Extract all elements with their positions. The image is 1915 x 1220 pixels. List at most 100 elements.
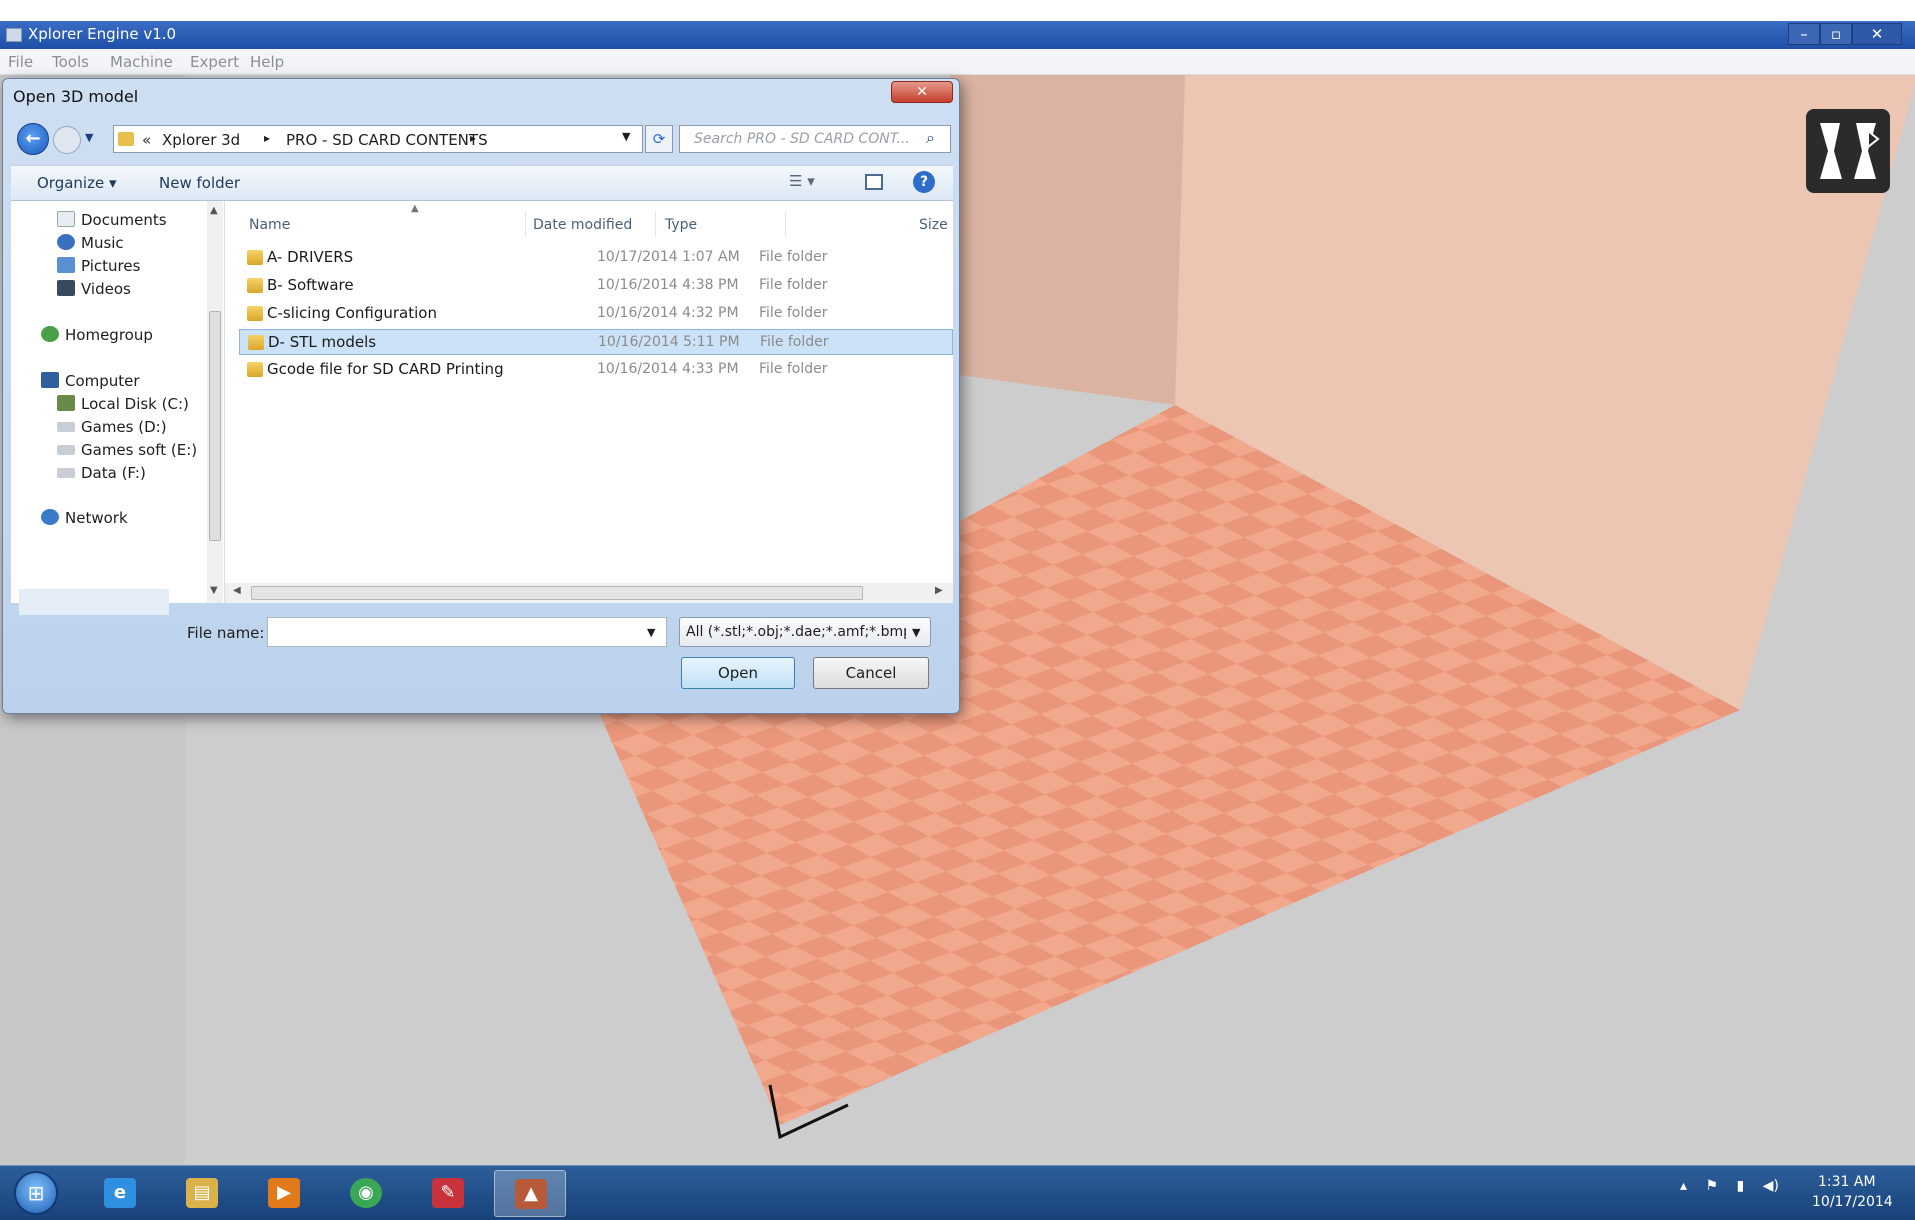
nav-item-games-soft-e[interactable]: Games soft (E:): [57, 441, 197, 459]
nav-item-label: Local Disk (C:): [81, 395, 189, 413]
scroll-left-icon[interactable]: ◀: [233, 585, 241, 596]
nav-item-homegroup[interactable]: Homegroup: [41, 326, 153, 344]
nav-item-documents[interactable]: Documents: [57, 211, 167, 229]
xplorer-logo-icon[interactable]: [1806, 109, 1890, 193]
cancel-button[interactable]: Cancel: [813, 657, 929, 689]
volume-icon[interactable]: ◀): [1763, 1178, 1779, 1194]
column-divider[interactable]: [655, 211, 656, 237]
horizontal-scrollbar[interactable]: ◀ ▶: [225, 583, 953, 603]
folder-icon: [247, 278, 263, 293]
nav-item-music[interactable]: Music: [57, 234, 124, 252]
column-divider[interactable]: [525, 211, 526, 237]
nav-scrollbar[interactable]: ▲ ▼: [207, 201, 223, 603]
maximize-button[interactable]: ▫: [1820, 23, 1852, 45]
file-type: File folder: [759, 277, 828, 293]
table-row[interactable]: A- DRIVERS 10/17/2014 1:07 AM File folde…: [239, 245, 953, 271]
file-list: ▲ Name Date modified Type Size A- DRIVER…: [225, 201, 953, 603]
help-icon[interactable]: ?: [913, 171, 935, 193]
nav-item-local-disk-c[interactable]: Local Disk (C:): [57, 395, 189, 413]
nav-item-label: Computer: [65, 372, 140, 390]
folder-icon: [118, 132, 134, 146]
menu-machine[interactable]: Machine: [110, 53, 173, 71]
scroll-thumb[interactable]: [209, 311, 221, 541]
nav-item-computer[interactable]: Computer: [41, 372, 140, 390]
nav-item-games-d[interactable]: Games (D:): [57, 418, 167, 436]
file-name: A- DRIVERS: [267, 248, 354, 266]
file-type: File folder: [759, 305, 828, 321]
back-button[interactable]: ←: [17, 123, 49, 155]
table-row[interactable]: C-slicing Configuration 10/16/2014 4:32 …: [239, 301, 953, 327]
new-folder-button[interactable]: New folder: [159, 174, 240, 192]
filetype-value: All (*.stl;*.obj;*.dae;*.amf;*.bmp: [686, 624, 906, 640]
address-dropdown-icon[interactable]: ▼: [622, 130, 630, 143]
taskbar-app[interactable]: ◉: [330, 1170, 402, 1217]
forward-button[interactable]: [53, 126, 81, 154]
search-input[interactable]: Search PRO - SD CARD CONT... ⌕: [679, 125, 951, 153]
table-row[interactable]: B- Software 10/16/2014 4:38 PM File fold…: [239, 273, 953, 299]
app-titlebar: Xplorer Engine v1.0 – ▫ ✕: [0, 21, 1915, 49]
column-header-date[interactable]: Date modified: [533, 217, 632, 233]
file-type: File folder: [760, 334, 829, 350]
taskbar-app[interactable]: ▶: [248, 1170, 320, 1217]
nav-item-label: Data (F:): [81, 464, 146, 482]
table-row[interactable]: Gcode file for SD CARD Printing 10/16/20…: [239, 357, 953, 383]
breadcrumb-pro-sd-card[interactable]: PRO - SD CARD CONTENTS: [286, 131, 488, 149]
scroll-right-icon[interactable]: ▶: [935, 585, 943, 596]
filename-dropdown-icon[interactable]: ▼: [647, 626, 655, 639]
close-button[interactable]: ✕: [1852, 23, 1902, 45]
pdf-reader-icon: ✎: [432, 1178, 464, 1208]
column-header-type[interactable]: Type: [665, 217, 697, 233]
refresh-button[interactable]: ⟳: [645, 125, 673, 153]
dialog-close-button[interactable]: ✕: [891, 81, 953, 103]
change-view-button[interactable]: ☰ ▾: [789, 172, 815, 190]
nav-item-videos[interactable]: Videos: [57, 280, 131, 298]
breadcrumb-separator-icon[interactable]: ▸: [470, 131, 476, 145]
clock-date[interactable]: 10/17/2014: [1812, 1194, 1893, 1210]
tray-expand-icon[interactable]: ▴: [1680, 1178, 1687, 1194]
nav-item-network[interactable]: Network: [41, 509, 128, 527]
filename-input[interactable]: [267, 617, 667, 647]
scroll-up-icon[interactable]: ▲: [210, 205, 218, 216]
chrome-icon: ◉: [350, 1178, 382, 1208]
file-name: C-slicing Configuration: [267, 304, 437, 322]
preview-pane-icon[interactable]: [865, 174, 883, 190]
scroll-down-icon[interactable]: ▼: [210, 585, 218, 596]
breadcrumb-xplorer-3d[interactable]: Xplorer 3d: [162, 131, 240, 149]
recent-locations-chevron-icon[interactable]: ▼: [85, 131, 93, 144]
start-button[interactable]: ⊞: [14, 1171, 58, 1215]
menu-help[interactable]: Help: [250, 53, 284, 71]
address-bar[interactable]: « Xplorer 3d ▸ PRO - SD CARD CONTENTS ▸ …: [113, 125, 643, 153]
dialog-title: Open 3D model: [13, 87, 139, 106]
nav-item-label: Music: [81, 234, 124, 252]
taskbar-app-active[interactable]: ▲: [494, 1170, 566, 1217]
taskbar: ⊞ e ▤ ▶ ◉ ✎ ▲ ▴ ⚑ ▮ ◀) 1:31 AM 10/17/201…: [0, 1165, 1915, 1220]
breadcrumb-separator-icon[interactable]: ▸: [264, 131, 270, 145]
nav-item-label: Videos: [81, 280, 131, 298]
nav-item-data-f[interactable]: Data (F:): [57, 464, 146, 482]
menu-file[interactable]: File: [8, 53, 33, 71]
column-header-name[interactable]: Name: [249, 217, 290, 233]
overflow-chevron[interactable]: «: [142, 131, 151, 149]
open-button[interactable]: Open: [681, 657, 795, 689]
organize-button[interactable]: Organize ▾: [37, 174, 117, 192]
action-center-flag-icon[interactable]: ⚑: [1705, 1178, 1718, 1194]
taskbar-app[interactable]: ✎: [412, 1170, 484, 1217]
column-header-size[interactable]: Size: [919, 217, 948, 233]
minimize-button[interactable]: –: [1788, 23, 1820, 45]
menu-expert[interactable]: Expert: [190, 53, 239, 71]
table-row-selected[interactable]: D- STL models 10/16/2014 5:11 PM File fo…: [239, 329, 953, 355]
clock-time[interactable]: 1:31 AM: [1818, 1174, 1876, 1190]
filetype-select[interactable]: All (*.stl;*.obj;*.dae;*.amf;*.bmp ▼: [679, 617, 931, 647]
taskbar-app[interactable]: e: [84, 1170, 156, 1217]
menu-tools[interactable]: Tools: [52, 53, 89, 71]
network-signal-icon[interactable]: ▮: [1737, 1178, 1745, 1194]
taskbar-app[interactable]: ▤: [166, 1170, 238, 1217]
xplorer-engine-icon: ▲: [515, 1179, 547, 1209]
nav-item-label: Pictures: [81, 257, 141, 275]
scroll-thumb[interactable]: [251, 586, 863, 600]
file-name: D- STL models: [268, 333, 377, 351]
search-icon: ⌕: [926, 128, 935, 147]
column-divider[interactable]: [785, 211, 786, 237]
nav-item-pictures[interactable]: Pictures: [57, 257, 140, 275]
open-3d-model-dialog: Open 3D model ✕ ← ▼ « Xplorer 3d ▸ PRO -…: [2, 78, 960, 714]
